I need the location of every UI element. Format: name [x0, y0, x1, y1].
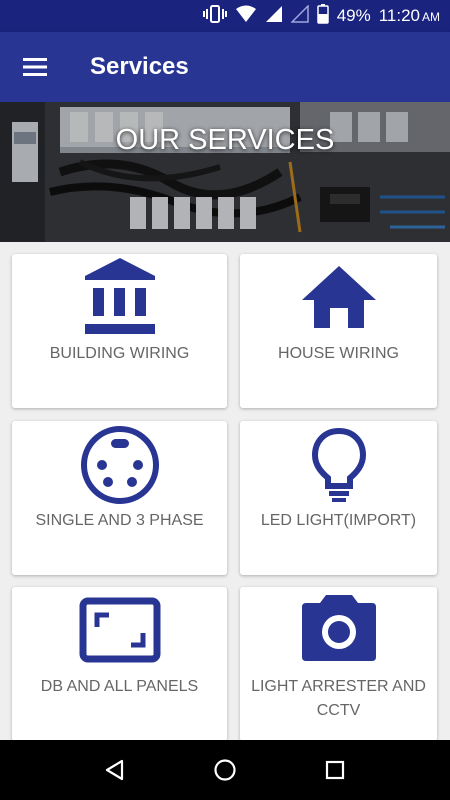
- signal-icon: [265, 5, 283, 28]
- socket-icon: [80, 426, 159, 504]
- home-icon: [214, 759, 236, 781]
- hero-banner: OUR SERVICES: [0, 102, 450, 242]
- camera-icon: [301, 595, 376, 661]
- status-bar: 49% 11:20 AM: [0, 0, 450, 32]
- service-label: DB AND ALL PANELS: [40, 678, 199, 695]
- lightbulb-icon: [311, 427, 366, 502]
- service-card-single-3-phase[interactable]: SINGLE AND 3 PHASE: [12, 421, 227, 575]
- clock-time: 11:20: [378, 6, 420, 25]
- service-label: SINGLE AND 3 PHASE: [35, 512, 204, 529]
- app-bar: Services: [0, 32, 450, 102]
- recents-icon: [325, 760, 345, 780]
- service-card-led-light[interactable]: LED LIGHT(IMPORT): [240, 421, 437, 575]
- service-label: LIGHT ARRESTER AND CCTV: [251, 678, 426, 719]
- service-label: LED LIGHT(IMPORT): [260, 512, 417, 529]
- clock-am-pm: AM: [422, 10, 440, 24]
- service-card-light-arrester-cctv[interactable]: LIGHT ARRESTER AND CCTV: [240, 587, 437, 741]
- back-button[interactable]: [95, 750, 135, 790]
- service-card-building-wiring[interactable]: BUILDING WIRING: [12, 254, 227, 408]
- recents-button[interactable]: [315, 750, 355, 790]
- panel-frame-icon: [79, 597, 160, 663]
- service-card-house-wiring[interactable]: HOUSE WIRING: [240, 254, 437, 408]
- electrical-panel-image: [0, 102, 450, 242]
- vibrate-icon: [202, 4, 227, 28]
- house-icon: [301, 266, 376, 328]
- wifi-icon: [235, 5, 257, 28]
- hero-title: OUR SERVICES: [115, 124, 335, 156]
- back-icon: [105, 759, 124, 781]
- bank-building-icon: [84, 258, 155, 334]
- service-label: BUILDING WIRING: [49, 345, 190, 362]
- hamburger-menu-icon: [23, 58, 47, 76]
- signal-empty-icon: [289, 3, 309, 28]
- battery-percent: 49%: [336, 6, 371, 25]
- service-card-db-panels[interactable]: DB AND ALL PANELS: [12, 587, 227, 741]
- home-button[interactable]: [205, 750, 245, 790]
- battery-icon: [316, 3, 329, 29]
- system-nav-bar: [0, 740, 450, 800]
- menu-button[interactable]: [0, 32, 70, 102]
- page-title: Services: [90, 53, 189, 80]
- clock: 11:20 AM: [379, 6, 440, 26]
- service-label: HOUSE WIRING: [278, 345, 399, 362]
